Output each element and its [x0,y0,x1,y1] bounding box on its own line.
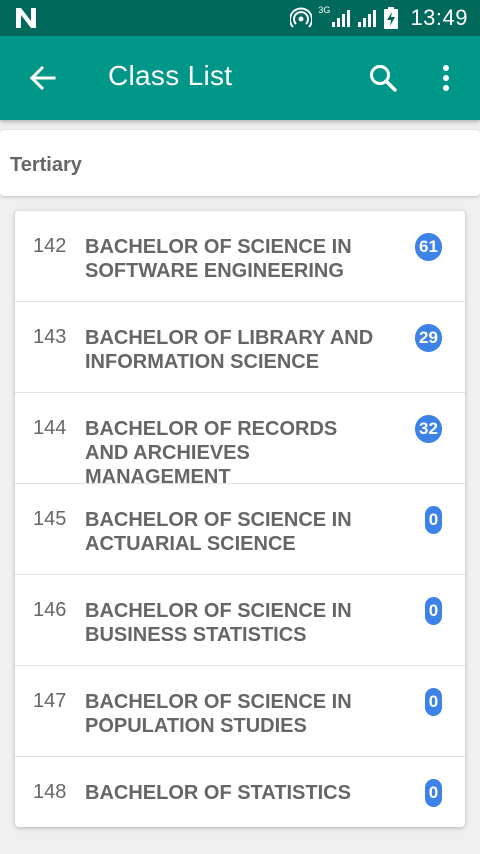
class-id: 143 [33,326,67,348]
class-name: BACHELOR OF SCIENCE IN ACTUARIAL SCIENCE [85,509,352,555]
class-name: BACHELOR OF RECORDS AND ARCHIEVES MANAGE… [85,418,338,488]
list-item[interactable]: 142 BACHELOR OF SCIENCE IN SOFTWARE ENGI… [15,211,465,302]
list-item[interactable]: 145 BACHELOR OF SCIENCE IN ACTUARIAL SCI… [15,484,465,575]
class-name: BACHELOR OF SCIENCE IN BUSINESS STATISTI… [85,600,352,646]
class-name: BACHELOR OF STATISTICS [85,782,351,804]
section-header: Tertiary [0,130,480,196]
class-id: 142 [33,235,67,257]
class-id: 144 [33,417,67,439]
class-id: 145 [33,508,67,530]
student-count-badge: 0 [425,688,442,716]
list-item[interactable]: 143 BACHELOR OF LIBRARY AND INFORMATION … [15,302,465,393]
class-name: BACHELOR OF SCIENCE IN POPULATION STUDIE… [85,691,352,737]
student-count-badge: 29 [415,324,442,352]
class-name: BACHELOR OF LIBRARY AND INFORMATION SCIE… [85,327,374,373]
signal-icon [358,10,377,27]
student-count-badge: 0 [425,506,442,534]
list-item[interactable]: 148 BACHELOR OF STATISTICS 0 [15,757,465,827]
student-count-badge: 0 [425,597,442,625]
student-count-badge: 61 [415,233,442,261]
class-list: 142 BACHELOR OF SCIENCE IN SOFTWARE ENGI… [15,211,465,827]
signal-icon [332,10,351,27]
class-id: 148 [33,781,67,803]
status-time: 13:49 [410,5,468,30]
n-icon [16,8,36,28]
app-bar: Class List [0,36,480,120]
student-count-badge: 0 [425,779,442,807]
hotspot-icon [290,7,313,28]
arrow-back-icon[interactable] [28,64,56,92]
class-name: BACHELOR OF SCIENCE IN SOFTWARE ENGINEER… [85,236,352,282]
section-label: Tertiary [10,154,82,176]
page-title: Class List [108,60,233,91]
battery-charging-icon [384,7,399,29]
search-icon[interactable] [368,63,398,93]
student-count-badge: 32 [415,415,442,443]
list-item[interactable]: 147 BACHELOR OF SCIENCE IN POPULATION ST… [15,666,465,757]
more-vert-icon[interactable] [436,63,456,93]
list-item[interactable]: 146 BACHELOR OF SCIENCE IN BUSINESS STAT… [15,575,465,666]
network-type: 3G [318,5,331,15]
status-bar: 3G 13:49 [0,0,480,36]
list-item[interactable]: 144 BACHELOR OF RECORDS AND ARCHIEVES MA… [15,393,465,488]
class-id: 146 [33,599,67,621]
class-id: 147 [33,690,67,712]
